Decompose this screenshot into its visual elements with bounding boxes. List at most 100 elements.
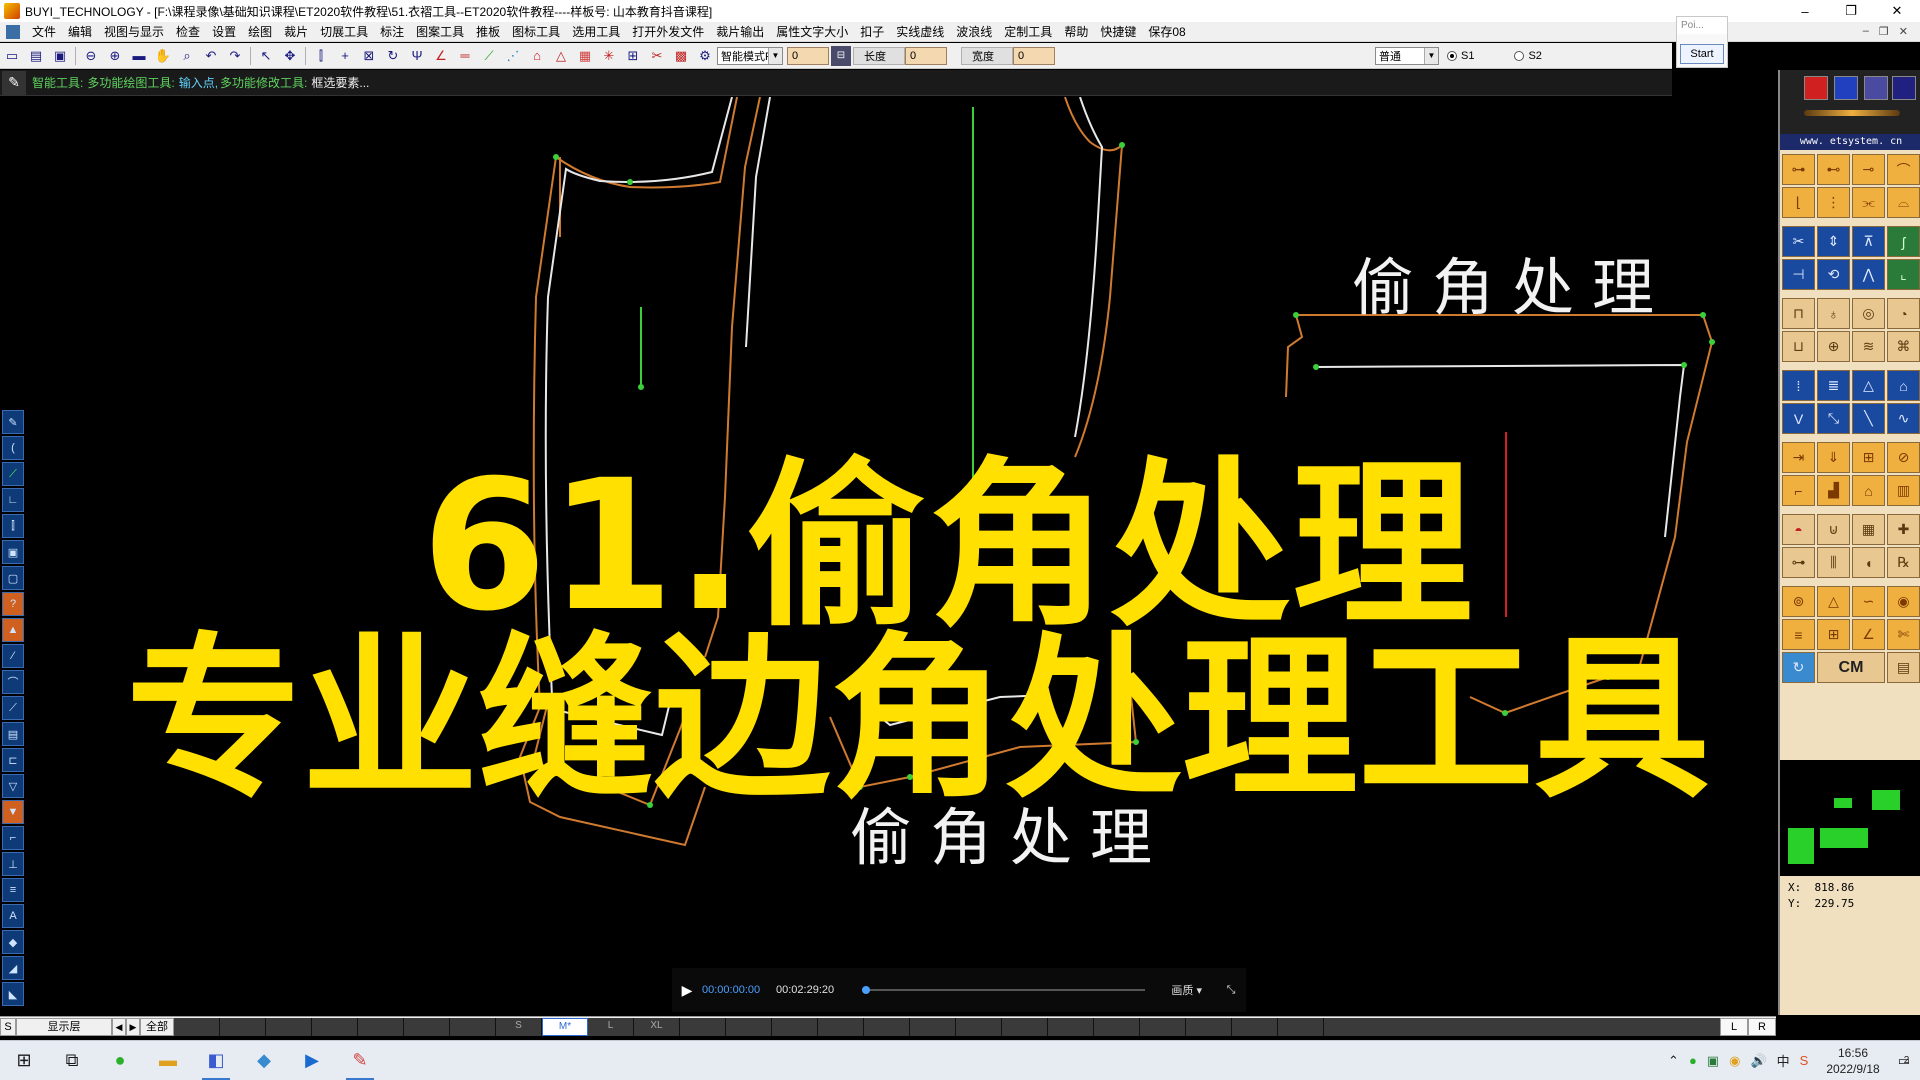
size-cell[interactable] — [1140, 1017, 1186, 1036]
disk-tool-icon[interactable]: ▤ — [2, 722, 24, 746]
flag-icon[interactable] — [1834, 76, 1858, 100]
size-cell[interactable] — [680, 1017, 726, 1036]
mdi-close-button[interactable]: ✕ — [1899, 25, 1908, 38]
left-button[interactable]: L — [1720, 1017, 1748, 1036]
color-palette-icon[interactable]: ▦ — [575, 46, 595, 66]
hat-icon[interactable]: ⌂ — [1887, 370, 1920, 401]
menu-solid-dashed[interactable]: 实线虚线 — [890, 23, 950, 40]
size-cell[interactable] — [772, 1017, 818, 1036]
menu-attr-text-size[interactable]: 属性文字大小 — [770, 23, 854, 40]
pattern-point[interactable] — [1293, 312, 1299, 318]
ruler-icon[interactable]: ⊶ — [1782, 547, 1815, 578]
collar-icon[interactable]: ⌓ — [1887, 187, 1920, 218]
pattern-point[interactable] — [1119, 142, 1125, 148]
menu-slash-spread[interactable]: 切展工具 — [314, 23, 374, 40]
new-file-icon[interactable]: ▭ — [2, 46, 22, 66]
size-s-button[interactable]: S — [0, 1017, 16, 1036]
menu-grading[interactable]: 推板 — [470, 23, 506, 40]
column-split-icon[interactable]: ⫼ — [1817, 547, 1850, 578]
fold-tool-icon[interactable]: ⋀ — [1852, 259, 1885, 290]
table-icon[interactable]: ⊞ — [1817, 619, 1850, 650]
sleeve-cut-icon[interactable]: ⌐ — [1782, 475, 1815, 506]
line-style-select[interactable]: 普通 ▼ — [1375, 46, 1439, 65]
slope-tool-icon[interactable]: ⟋ — [2, 696, 24, 720]
paint-app-icon[interactable]: ✎ — [336, 1041, 384, 1080]
bulb-icon[interactable]: ♁ — [1817, 298, 1850, 329]
piece-preview[interactable] — [1780, 760, 1920, 876]
slash-icon[interactable]: ╲ — [1852, 403, 1885, 434]
settings-icon[interactable]: ⚙ — [695, 46, 715, 66]
start-button[interactable]: Start — [1680, 44, 1724, 64]
document-icon[interactable] — [6, 24, 20, 39]
redo-icon[interactable]: ↷ — [225, 46, 245, 66]
marker-tool-icon[interactable]: ◆ — [2, 930, 24, 954]
pattern-point[interactable] — [1313, 364, 1319, 370]
house-icon[interactable]: ⌂ — [1852, 475, 1885, 506]
text-tool-icon[interactable]: A — [2, 904, 24, 928]
dart-tool-icon[interactable]: ▲ — [2, 618, 24, 642]
underline-tool-icon[interactable]: ⊥ — [2, 852, 24, 876]
menu-check[interactable]: 检查 — [170, 23, 206, 40]
grid-dots-icon[interactable]: ⁞ — [1782, 370, 1815, 401]
menu-custom-tools[interactable]: 定制工具 — [998, 23, 1058, 40]
size-cell[interactable] — [1048, 1017, 1094, 1036]
display-layer-select[interactable]: 显示层 — [16, 1017, 112, 1036]
next-arrow-icon[interactable]: ▶ — [126, 1017, 140, 1036]
size-cell[interactable]: S — [496, 1017, 542, 1036]
no-entry-icon[interactable]: ⊘ — [1887, 442, 1920, 473]
size-cell[interactable]: XL — [634, 1017, 680, 1036]
video-quality-button[interactable]: 画质 ▾ — [1157, 982, 1216, 998]
needle-tool-icon[interactable]: ⊣ — [1782, 259, 1815, 290]
stack-icon[interactable]: ≣ — [1817, 370, 1850, 401]
panel-icon[interactable]: ▦ — [1852, 514, 1885, 545]
pattern-point[interactable] — [1709, 339, 1715, 345]
task-view-icon[interactable]: ⧉ — [48, 1041, 96, 1080]
clip-tool-icon[interactable]: ⊸ — [1852, 154, 1885, 185]
angle-icon[interactable]: ∠ — [431, 46, 451, 66]
size-cell[interactable] — [1094, 1017, 1140, 1036]
all-sizes-button[interactable]: 全部 — [140, 1017, 174, 1036]
size-cell[interactable] — [1232, 1017, 1278, 1036]
menu-open-external[interactable]: 打开外发文件 — [626, 23, 710, 40]
sogou-icon[interactable]: S — [1800, 1053, 1809, 1068]
step-tool-icon[interactable]: ⊏ — [2, 748, 24, 772]
wave-measure-icon[interactable]: ∽ — [1852, 586, 1885, 617]
mdi-minimize-button[interactable]: – — [1863, 25, 1869, 38]
size-cell[interactable] — [1278, 1017, 1324, 1036]
corner-fix-icon[interactable]: ⌞ — [1887, 259, 1920, 290]
video-progress-track[interactable] — [862, 986, 1146, 994]
menu-shortcuts[interactable]: 快捷键 — [1094, 23, 1142, 40]
bucket-icon[interactable]: ⊔ — [1782, 331, 1815, 362]
size-cell[interactable] — [818, 1017, 864, 1036]
pattern-point[interactable] — [1681, 362, 1687, 368]
mode-select[interactable]: 智能模式F5 ▼ — [717, 46, 783, 65]
triangle-tool-icon[interactable]: △ — [1817, 586, 1850, 617]
pattern-point[interactable] — [1700, 312, 1706, 318]
frame-tool-icon[interactable]: ▣ — [2, 540, 24, 564]
pleat-icon[interactable]: ≋ — [1852, 331, 1885, 362]
width-input[interactable]: 0 — [1013, 46, 1055, 65]
size-cell[interactable]: L — [588, 1017, 634, 1036]
spiral-icon[interactable]: ◎ — [1852, 298, 1885, 329]
corner-tool-icon[interactable]: ∟ — [2, 488, 24, 512]
fan-icon[interactable]: ⇥ — [1782, 442, 1815, 473]
tray-app-icon[interactable]: ▣ — [1707, 1053, 1719, 1069]
size-cell[interactable] — [1186, 1017, 1232, 1036]
square-tool-icon[interactable]: ▢ — [2, 566, 24, 590]
chart-icon[interactable]: ▟ — [1817, 475, 1850, 506]
length-input[interactable]: 0 — [905, 46, 947, 65]
prev-arrow-icon[interactable]: ◀ — [112, 1017, 126, 1036]
value-input[interactable]: 0 — [787, 46, 829, 65]
size-cell[interactable] — [404, 1017, 450, 1036]
menu-help[interactable]: 帮助 — [1058, 23, 1094, 40]
zoom-out-icon[interactable]: ⊖ — [81, 46, 101, 66]
help-tool-icon[interactable]: ? — [2, 592, 24, 616]
shirt-tool-icon[interactable]: ⊼ — [1852, 226, 1885, 257]
fit-screen-icon[interactable]: ▬ — [129, 46, 149, 66]
size-cell[interactable] — [220, 1017, 266, 1036]
cup-icon[interactable]: ⊍ — [1817, 514, 1850, 545]
rotate-icon[interactable]: ↻ — [383, 46, 403, 66]
scale-tool-icon[interactable]: ⁄ — [2, 644, 24, 668]
menu-view[interactable]: 视图与显示 — [98, 23, 170, 40]
save-panel-icon[interactable] — [1892, 76, 1916, 100]
